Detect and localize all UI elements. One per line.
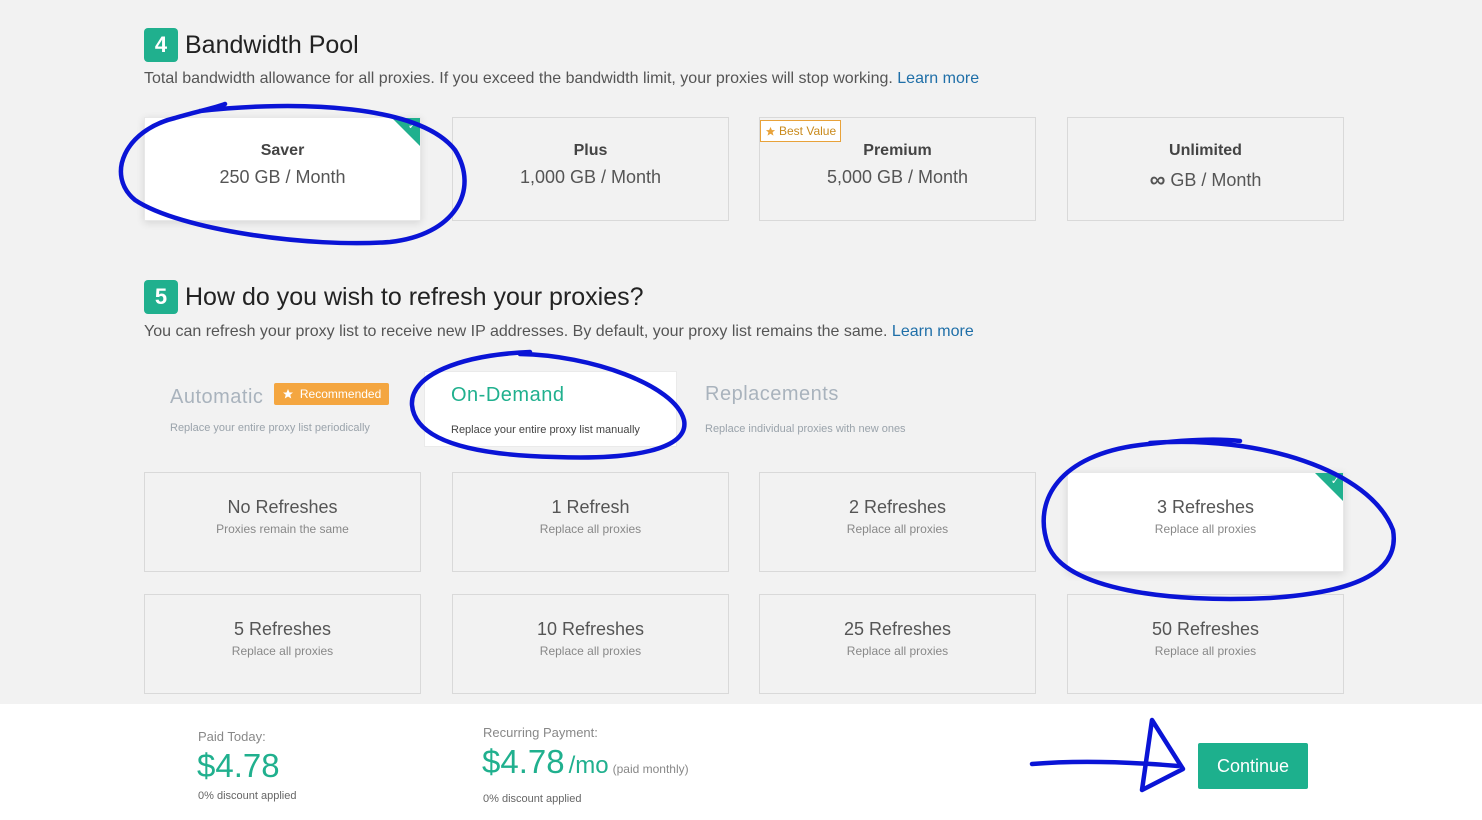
step-number-badge: 4 — [144, 28, 178, 62]
tab-automatic[interactable]: Automatic Recommended Replace your entir… — [144, 371, 416, 447]
option-sub: Replace all proxies — [539, 644, 642, 658]
plan-card-unlimited[interactable]: Unlimited ∞ GB / Month — [1067, 117, 1344, 221]
option-sub: Replace all proxies — [1154, 644, 1257, 658]
infinity-icon: ∞ — [1149, 167, 1166, 192]
plan-name: Unlimited — [1169, 142, 1242, 159]
plan-amount: 5,000 GB / Month — [826, 167, 969, 187]
refresh-option-2[interactable]: 2 Refreshes Replace all proxies — [759, 472, 1036, 572]
step-number-badge: 5 — [144, 280, 178, 314]
option-name: 2 Refreshes — [848, 497, 947, 517]
bandwidth-description: Total bandwidth allowance for all proxie… — [144, 70, 979, 88]
tab-subtitle: Replace your entire proxy list periodica… — [170, 422, 370, 434]
option-sub: Replace all proxies — [539, 522, 642, 536]
recommended-badge: Recommended — [273, 383, 390, 405]
refresh-option-4[interactable]: 5 Refreshes Replace all proxies — [144, 594, 421, 694]
recurring-amount: $4.78/mo (paid monthly) — [482, 743, 689, 781]
recurring-note: (paid monthly) — [612, 762, 689, 776]
refresh-description: You can refresh your proxy list to recei… — [144, 323, 974, 341]
option-sub: Replace all proxies — [846, 522, 949, 536]
recommended-label: Recommended — [299, 387, 382, 401]
plan-amount: 1,000 GB / Month — [519, 167, 662, 187]
best-value-label: Best Value — [779, 124, 837, 138]
refresh-option-1[interactable]: 1 Refresh Replace all proxies — [452, 472, 729, 572]
option-name: 10 Refreshes — [536, 619, 645, 639]
description-text: You can refresh your proxy list to recei… — [144, 323, 888, 340]
selected-check-icon: ✓ — [1315, 473, 1343, 501]
recurring-label: Recurring Payment: — [483, 725, 598, 740]
refresh-section-title: 5 How do you wish to refresh your proxie… — [144, 280, 644, 314]
star-icon — [282, 389, 293, 399]
bandwidth-section-title: 4 Bandwidth Pool — [144, 28, 359, 62]
refresh-option-6[interactable]: 25 Refreshes Replace all proxies — [759, 594, 1036, 694]
option-sub: Replace all proxies — [1154, 522, 1257, 536]
option-name: 1 Refresh — [551, 497, 630, 517]
option-sub: Proxies remain the same — [216, 522, 349, 536]
plan-card-plus[interactable]: Plus 1,000 GB / Month — [452, 117, 729, 221]
star-icon — [765, 126, 776, 136]
plan-name: Plus — [573, 142, 608, 159]
option-name: 25 Refreshes — [843, 619, 952, 639]
description-text: Total bandwidth allowance for all proxie… — [144, 70, 893, 87]
continue-button[interactable]: Continue — [1198, 743, 1308, 789]
option-sub: Replace all proxies — [231, 644, 334, 658]
plan-amount: ∞ GB / Month — [1068, 167, 1343, 193]
tab-on-demand[interactable]: On-Demand Replace your entire proxy list… — [424, 371, 677, 447]
refresh-option-5[interactable]: 10 Refreshes Replace all proxies — [452, 594, 729, 694]
plan-name: Saver — [260, 142, 305, 159]
recurring-unit: /mo — [568, 752, 609, 779]
option-name: No Refreshes — [227, 497, 338, 517]
option-sub: Replace all proxies — [846, 644, 949, 658]
recurring-discount: 0% discount applied — [483, 793, 582, 805]
plan-amount: 250 GB / Month — [219, 167, 346, 187]
refresh-option-0[interactable]: No Refreshes Proxies remain the same — [144, 472, 421, 572]
paid-today-label: Paid Today: — [198, 729, 266, 744]
option-name: 5 Refreshes — [233, 619, 332, 639]
paid-today-amount: $4.78 — [197, 747, 280, 784]
best-value-badge: Best Value — [760, 120, 842, 142]
recurring-price: $4.78 — [482, 743, 565, 780]
tab-replacements[interactable]: Replacements Replace individual proxies … — [679, 371, 969, 447]
refresh-option-7[interactable]: 50 Refreshes Replace all proxies — [1067, 594, 1344, 694]
tab-subtitle: Replace your entire proxy list manually — [451, 424, 640, 436]
paid-today-discount: 0% discount applied — [198, 790, 297, 802]
tab-label: Automatic — [170, 386, 264, 408]
section-heading: Bandwidth Pool — [185, 30, 359, 59]
tab-label: Replacements — [705, 383, 839, 405]
option-name: 3 Refreshes — [1156, 497, 1255, 517]
plan-amount-unit: GB / Month — [1170, 170, 1262, 190]
learn-more-link[interactable]: Learn more — [897, 70, 979, 87]
section-heading: How do you wish to refresh your proxies? — [185, 282, 644, 311]
plan-card-saver[interactable]: ✓ Saver 250 GB / Month — [144, 117, 421, 221]
refresh-option-3[interactable]: ✓ 3 Refreshes Replace all proxies — [1067, 472, 1344, 572]
learn-more-link[interactable]: Learn more — [892, 323, 974, 340]
option-name: 50 Refreshes — [1151, 619, 1260, 639]
selected-check-icon: ✓ — [392, 118, 420, 146]
plan-name: Premium — [863, 142, 932, 159]
tab-label: On-Demand — [451, 384, 565, 406]
tab-subtitle: Replace individual proxies with new ones — [705, 423, 906, 435]
